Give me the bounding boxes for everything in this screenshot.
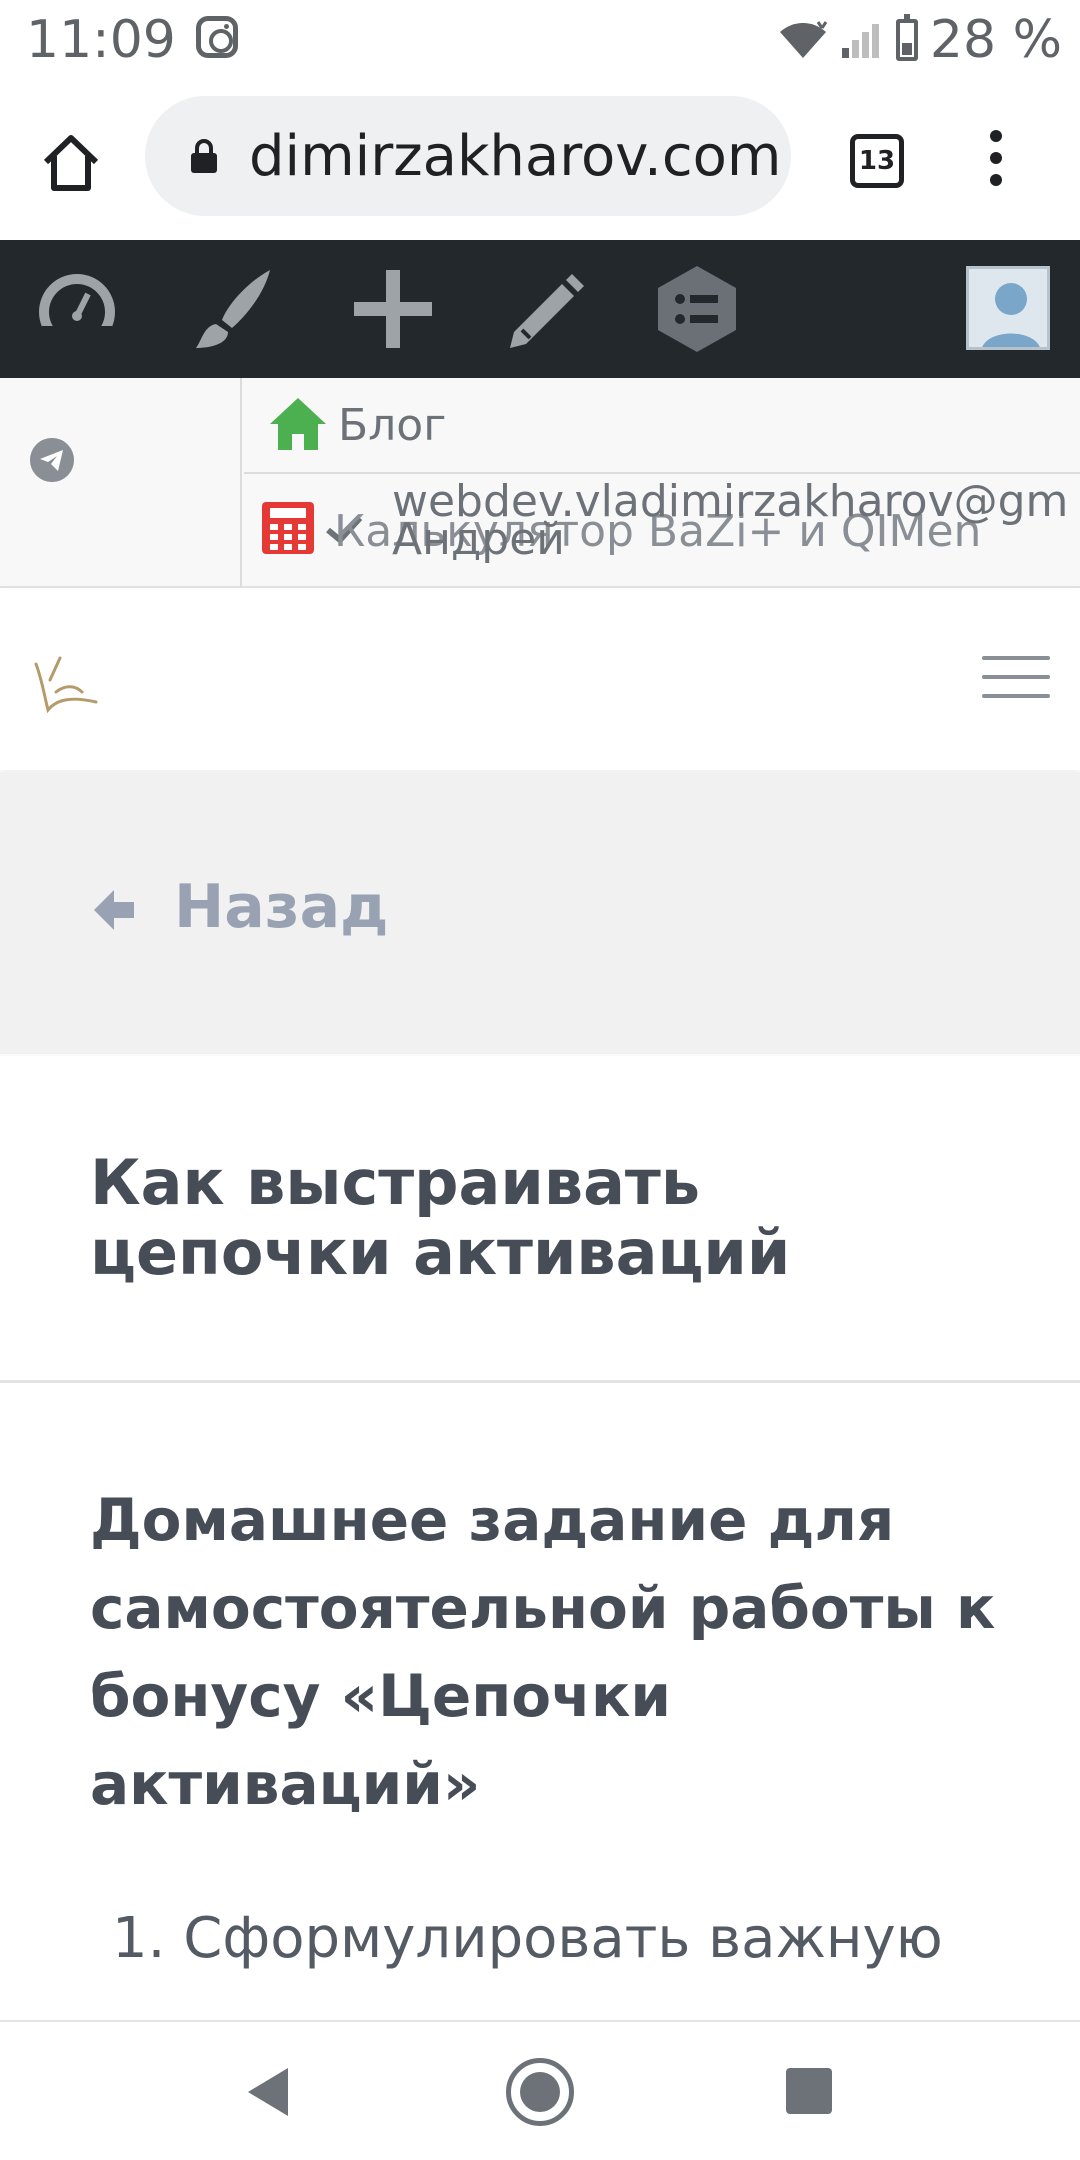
signal-icon <box>841 24 879 58</box>
home-icon[interactable] <box>36 126 106 196</box>
url-text: dimirzakharov.com <box>249 124 782 189</box>
content-card: Как выстраивать цепочки активаций Домашн… <box>0 1056 1080 2020</box>
recent-apps-icon[interactable] <box>786 2068 832 2114</box>
calculator-link[interactable]: Калькулятор BaZi+ и QIMen webdev.vladimi… <box>244 476 1080 588</box>
sub-bar-left <box>0 378 242 588</box>
address-bar[interactable]: dimirzakharov.com <box>145 96 791 216</box>
home-icon <box>270 398 326 450</box>
list-icon[interactable] <box>652 264 742 354</box>
calculator-icon <box>262 502 314 554</box>
list-item: 1. Сформулировать важную <box>112 1906 943 1971</box>
telegram-icon[interactable] <box>30 438 74 482</box>
system-nav-bar <box>0 2020 1080 2160</box>
dashboard-icon[interactable] <box>32 264 122 354</box>
wifi-icon <box>779 21 828 58</box>
arrow-left-icon[interactable] <box>90 886 138 934</box>
tabs-button[interactable]: 13 <box>850 134 904 188</box>
logo-icon[interactable] <box>26 640 106 720</box>
status-bar: 11:09 28 % <box>0 0 1080 80</box>
menu-icon[interactable] <box>986 130 1006 194</box>
lock-icon <box>191 139 217 173</box>
admin-toolbar <box>0 240 1080 378</box>
pencil-icon[interactable] <box>500 264 590 354</box>
back-icon[interactable] <box>244 2066 290 2118</box>
back-section: Назад <box>0 772 1080 1054</box>
brush-icon[interactable] <box>188 264 278 354</box>
blog-link[interactable]: Блог <box>244 378 1080 474</box>
avatar[interactable] <box>966 266 1050 350</box>
homework-title: Домашнее задание для самостоятельной раб… <box>90 1486 996 1818</box>
divider <box>0 1380 1080 1383</box>
user-name: Андрей <box>392 514 565 565</box>
site-header <box>0 590 1080 770</box>
back-link[interactable]: Назад <box>174 872 389 942</box>
blog-label: Блог <box>338 400 447 451</box>
hamburger-icon[interactable] <box>982 656 1050 702</box>
battery-icon <box>895 14 918 61</box>
page-title: Как выстраивать цепочки активаций <box>90 1146 791 1289</box>
plus-icon[interactable] <box>348 264 438 354</box>
status-right-icons: 28 % <box>778 10 1062 70</box>
user-icon <box>982 283 1040 347</box>
admin-sub-bar: Блог Калькулятор BaZi+ и QIMen webdev.vl… <box>0 378 1080 588</box>
home-icon[interactable] <box>506 2058 574 2126</box>
status-time: 11:09 <box>26 10 176 70</box>
battery-percent: 28 % <box>929 10 1062 70</box>
browser-toolbar: dimirzakharov.com 13 <box>0 80 1080 240</box>
instagram-icon <box>196 16 238 58</box>
